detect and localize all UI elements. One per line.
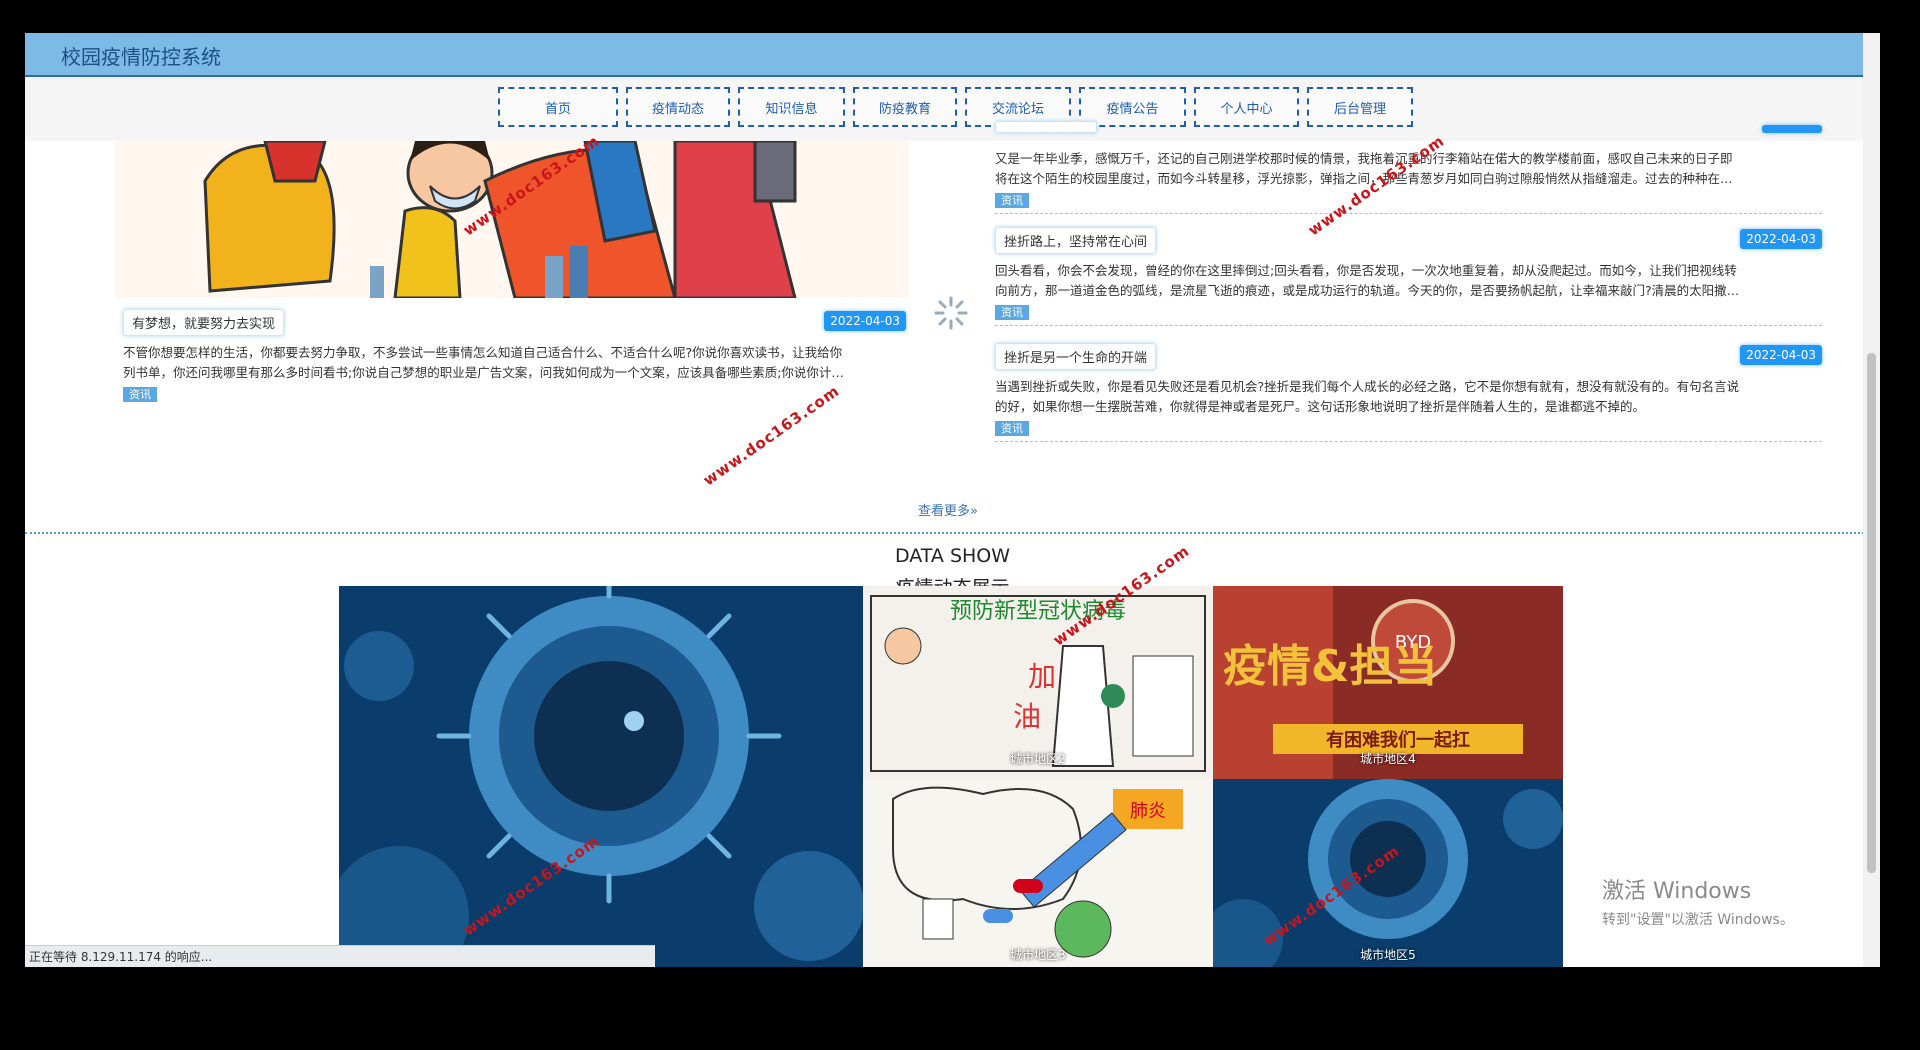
article-excerpt-line-1: 不管你想要怎样的生活，你都要去努力争取，不多尝试一些事情怎么知道自己适合什么、不… [123,345,843,360]
poster-title: 预防新型冠状病毒 [950,599,1126,624]
news-item[interactable]: 挫折路上，坚持常在心间 2022-04-03 回头看看，你会不会发现，曾经的你在… [995,227,1822,326]
section-title-en: DATA SHOW [894,545,1011,567]
poster-headline: 疫情&担当 [1223,641,1437,692]
article-excerpt-line-2: 将在这个陌生的校园里度过，而如今斗转星移，浮光掠影，弹指之间，那些青葱岁月如同白… [995,171,1733,186]
gallery-item-2[interactable]: 预防新型冠状病毒 加 油 城市地区2 [863,586,1213,779]
article-tag[interactable]: 资讯 [995,305,1029,320]
poster-text-2: 油 [1013,700,1041,733]
site-header: 校园疫情防控系统 [25,33,1880,77]
nav-bar: 首页 疫情动态 知识信息 防疫教育 交流论坛 疫情公告 个人中心 后台管理 [25,77,1880,141]
vertical-scrollbar[interactable] [1863,33,1880,967]
scrollbar-thumb[interactable] [1867,353,1876,873]
nav-personal-center[interactable]: 个人中心 [1194,87,1299,127]
gallery-item-1[interactable]: 城市地区1 [339,586,863,967]
gallery-item-5[interactable]: 城市地区5 [1213,779,1563,967]
article-excerpt-line-1: 回头看看，你会不会发现，曾经的你在这里摔倒过;回头看看，你是否发现，一次次地重复… [995,263,1737,278]
status-bar: 正在等待 8.129.11.174 的响应... [25,945,655,967]
section-divider [25,532,1880,534]
left-article-card[interactable]: 有梦想，就要努力去实现 2022-04-03 不管你想要怎样的生活，你都要去努力… [123,309,906,402]
article-excerpt-line-1: 又是一年毕业季，感慨万千，还记的自己刚进学校那时候的情景，我拖着沉重的行李箱站在… [995,151,1733,166]
article-date-badge: 2022-04-03 [1740,345,1822,365]
loading-spinner-icon [934,296,968,330]
article-date-badge: 2022-04-03 [824,311,906,331]
nav-epidemic-news[interactable]: 疫情动态 [626,87,730,127]
activation-title: 激活 Windows [1602,879,1752,904]
article-excerpt-line-2: 列书单，你还问我哪里有那么多时间看书;你说自己梦想的职业是广告文案，问我如何成为… [123,365,844,380]
article-excerpt-line-2: 向前方，那一道道金色的弧线，是流星飞逝的痕迹，或是成功运行的轨道。今天的你，是否… [995,283,1740,298]
nav-admin[interactable]: 后台管理 [1307,87,1413,127]
activation-subtitle: 转到"设置"以激活 Windows。 [1602,912,1794,928]
nav-knowledge[interactable]: 知识信息 [738,87,845,127]
data-show-gallery: 城市地区1 预防新型冠状病毒 加 油 城市地区2 BYD 疫 [339,586,1563,967]
gallery-item-3[interactable]: 肺炎 城市地区3 [863,779,1213,967]
article-title[interactable]: 挫折路上，坚持常在心间 [995,227,1157,254]
article-excerpt-line-1: 当遇到挫折或失败，你是看见失败还是看见机会?挫折是我们每个人成长的必经之路，它不… [995,379,1740,394]
article-tag[interactable]: 资讯 [123,387,157,402]
article-tag[interactable]: 资讯 [995,193,1029,208]
poster-text-1: 加 [1028,660,1056,693]
poster-banner: 有困难我们一起扛 [1326,729,1470,751]
hero-image[interactable] [115,141,909,298]
article-title[interactable]: 挫折是另一个生命的开端 [995,343,1157,370]
gallery-item-label: 城市地区3 [1010,948,1066,962]
gallery-item-4[interactable]: BYD 疫情&担当 有困难我们一起扛 城市地区4 [1213,586,1563,779]
gallery-item-label: 城市地区5 [1360,948,1416,962]
article-title[interactable] [995,121,1097,133]
gallery-item-label: 城市地区2 [1010,752,1066,766]
windows-activation-notice: 激活 Windows 转到"设置"以激活 Windows。 [1602,873,1794,929]
article-date-badge [1762,125,1822,133]
article-excerpt-line-2: 的好，如果你想一生摆脱苦难，你就得是神或者是死尸。这句话形象地说明了挫折是伴随着… [995,399,1646,414]
main-nav: 首页 疫情动态 知识信息 防疫教育 交流论坛 疫情公告 个人中心 后台管理 [498,87,1413,127]
article-tag[interactable]: 资讯 [995,421,1029,436]
browser-window: 校园疫情防控系统 首页 疫情动态 知识信息 防疫教育 交流论坛 疫情公告 个人中… [25,33,1880,967]
news-item[interactable]: 又是一年毕业季，感慨万千，还记的自己刚进学校那时候的情景，我拖着沉重的行李箱站在… [995,121,1822,214]
nav-home[interactable]: 首页 [498,87,618,127]
article-date-badge: 2022-04-03 [1740,229,1822,249]
article-title[interactable]: 有梦想，就要努力去实现 [123,309,285,336]
news-item[interactable]: 挫折是另一个生命的开端 2022-04-03 当遇到挫折或失败，你是看见失败还是… [995,343,1822,442]
site-title: 校园疫情防控系统 [61,45,221,69]
view-more-link[interactable]: 查看更多» [918,500,978,519]
poster-label: 肺炎 [1130,801,1166,822]
nav-education[interactable]: 防疫教育 [853,87,957,127]
gallery-item-label: 城市地区4 [1360,752,1416,766]
